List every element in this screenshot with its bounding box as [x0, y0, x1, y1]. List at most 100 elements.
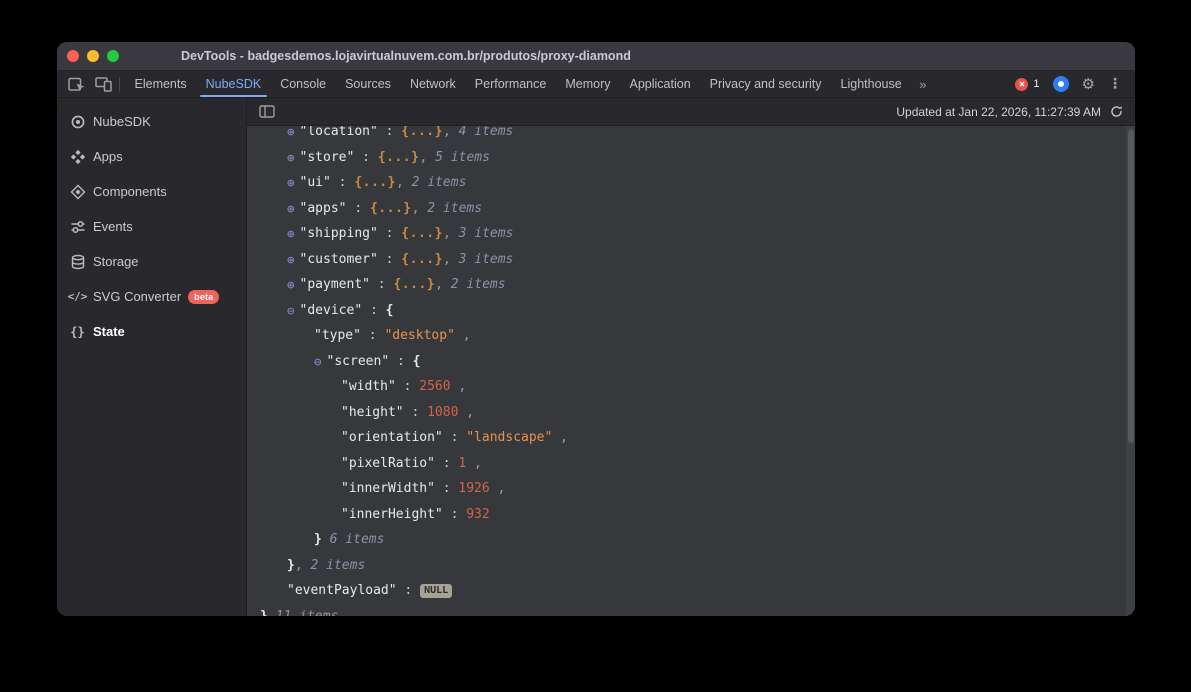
tab-memory[interactable]: Memory	[556, 71, 620, 97]
json-comma: ,	[443, 252, 451, 267]
tree-row: "pixelRatio" : 1 ,	[247, 451, 1135, 477]
refresh-icon[interactable]	[1110, 105, 1123, 118]
tree-row: ⊕"payment" : {...}, 2 items	[247, 272, 1135, 298]
json-comma: ,	[451, 379, 467, 394]
items-count: 2 items	[443, 277, 506, 292]
json-colon: :	[378, 252, 401, 267]
json-number-value: 1080	[427, 405, 458, 420]
json-comma: ,	[443, 126, 451, 139]
json-key: "customer"	[300, 252, 378, 267]
json-colon: :	[347, 201, 370, 216]
json-key: "payment"	[300, 277, 370, 292]
open-brace: {	[386, 303, 394, 318]
tab-network[interactable]: Network	[400, 71, 465, 97]
extension-icon[interactable]	[1053, 76, 1069, 92]
state-panel: Updated at Jan 22, 2026, 11:27:39 AM ⊕"l…	[247, 98, 1135, 616]
collapse-icon[interactable]: ⊖	[314, 354, 322, 369]
tab-lighthouse[interactable]: Lighthouse	[831, 71, 911, 97]
more-options-icon[interactable]: ⋮	[1108, 76, 1122, 92]
expand-icon[interactable]: ⊕	[287, 252, 295, 267]
expand-icon[interactable]: ⊕	[287, 150, 295, 165]
sidebar-item-svg-converter[interactable]: </> SVG Converter beta	[57, 279, 246, 314]
expand-icon[interactable]: ⊕	[287, 126, 295, 139]
sidebar-item-label: Apps	[93, 149, 123, 164]
json-colon: :	[443, 507, 466, 522]
expand-icon[interactable]: ⊕	[287, 201, 295, 216]
error-count: 1	[1033, 78, 1039, 90]
tab-privacy-and-security[interactable]: Privacy and security	[700, 71, 831, 97]
scrollbar-thumb[interactable]	[1128, 129, 1134, 443]
items-count: 6 items	[322, 532, 385, 547]
collapse-icon[interactable]: ⊖	[287, 303, 295, 318]
expand-icon[interactable]: ⊕	[287, 175, 295, 190]
json-comma: ,	[412, 201, 420, 216]
json-key: "height"	[341, 405, 404, 420]
json-string-value: "desktop"	[384, 328, 454, 343]
sidebar-item-components[interactable]: Components	[57, 174, 246, 209]
expand-icon[interactable]: ⊕	[287, 226, 295, 241]
json-null-value: NULL	[420, 584, 452, 598]
tree-row: "height" : 1080 ,	[247, 400, 1135, 426]
nubesdk-sidebar: NubeSDK Apps Components Events	[57, 98, 247, 616]
tab-nubesdk[interactable]: NubeSDK	[196, 71, 271, 97]
items-count: 2 items	[419, 201, 482, 216]
inspect-element-icon[interactable]	[63, 71, 90, 97]
tree-row: ⊖"device" : {	[247, 298, 1135, 324]
json-comma: ,	[466, 456, 482, 471]
issues-counter[interactable]: ✕ 1	[1015, 78, 1039, 91]
tab-console[interactable]: Console	[271, 71, 336, 97]
tab-performance[interactable]: Performance	[465, 71, 556, 97]
json-colon: :	[331, 175, 354, 190]
json-colon: :	[354, 150, 377, 165]
items-count: 5 items	[427, 150, 490, 165]
sidebar-item-nubesdk[interactable]: NubeSDK	[57, 104, 246, 139]
json-key: "orientation"	[341, 430, 443, 445]
tree-row: "type" : "desktop" ,	[247, 323, 1135, 349]
collapsed-object: {...}	[401, 226, 443, 241]
json-key: "eventPayload"	[287, 583, 397, 598]
tree-row: ⊕"location" : {...}, 4 items	[247, 126, 1135, 145]
more-tabs-button[interactable]: »	[911, 77, 934, 92]
expand-icon[interactable]: ⊕	[287, 277, 295, 292]
json-colon: :	[397, 583, 420, 598]
scrollbar-track[interactable]	[1126, 126, 1135, 616]
tree-row: "innerHeight" : 932	[247, 502, 1135, 528]
tree-row: ⊕"ui" : {...}, 2 items	[247, 170, 1135, 196]
json-colon: :	[378, 126, 401, 139]
device-toolbar-icon[interactable]	[90, 71, 117, 97]
items-count: 4 items	[451, 126, 514, 139]
toggle-sidebar-icon[interactable]	[259, 105, 275, 118]
tab-sources[interactable]: Sources	[336, 71, 401, 97]
tab-elements[interactable]: Elements	[125, 71, 196, 97]
tree-row: ⊕"apps" : {...}, 2 items	[247, 196, 1135, 222]
sidebar-item-state[interactable]: {} State	[57, 314, 246, 349]
json-comma: ,	[435, 277, 443, 292]
tab-application[interactable]: Application	[620, 71, 700, 97]
close-brace: }	[287, 558, 295, 573]
json-key: "store"	[300, 150, 355, 165]
devtools-main: NubeSDK Apps Components Events	[57, 98, 1135, 616]
json-colon: :	[443, 430, 466, 445]
sidebar-item-apps[interactable]: Apps	[57, 139, 246, 174]
close-window-button[interactable]	[67, 50, 79, 62]
collapsed-object: {...}	[401, 252, 443, 267]
json-colon: :	[396, 379, 419, 394]
items-count: 2 items	[303, 558, 366, 573]
tree-row: ⊕"customer" : {...}, 3 items	[247, 247, 1135, 273]
json-colon: :	[362, 303, 385, 318]
zoom-window-button[interactable]	[107, 50, 119, 62]
settings-gear-icon[interactable]: ⚙	[1082, 75, 1095, 93]
sidebar-item-label: SVG Converter	[93, 289, 181, 304]
json-number-value: 1926	[458, 481, 489, 496]
panel-topbar: Updated at Jan 22, 2026, 11:27:39 AM	[247, 98, 1135, 126]
tree-row: }, 2 items	[247, 553, 1135, 579]
json-colon: :	[389, 354, 412, 369]
tree-row: } 6 items	[247, 527, 1135, 553]
sidebar-item-storage[interactable]: Storage	[57, 244, 246, 279]
collapsed-object: {...}	[401, 126, 443, 139]
minimize-window-button[interactable]	[87, 50, 99, 62]
json-key: "ui"	[300, 175, 331, 190]
code-brackets-icon: </>	[69, 290, 86, 303]
tree-row: "eventPayload" : NULL	[247, 578, 1135, 604]
sidebar-item-events[interactable]: Events	[57, 209, 246, 244]
